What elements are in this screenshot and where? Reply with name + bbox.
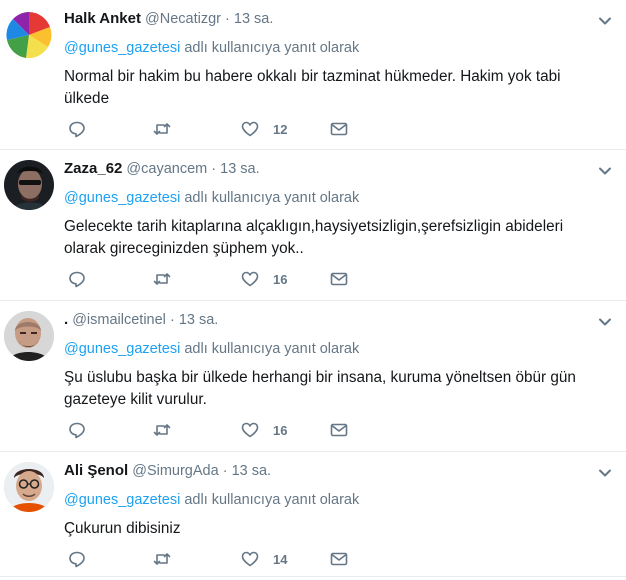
like-count: 12 bbox=[273, 121, 288, 137]
separator-dot: · bbox=[222, 463, 228, 479]
action-bar: 12 bbox=[64, 114, 614, 150]
envelope-icon bbox=[330, 423, 348, 437]
reply-context-text: adlı kullanıcıya yanıt olarak bbox=[180, 190, 360, 206]
timestamp[interactable]: 13 sa. bbox=[220, 161, 260, 177]
reply-button[interactable] bbox=[68, 270, 86, 288]
reply-button[interactable] bbox=[68, 550, 86, 568]
reply-icon bbox=[69, 271, 85, 288]
separator-dot: · bbox=[169, 312, 175, 328]
like-count: 16 bbox=[273, 422, 288, 438]
timestamp[interactable]: 13 sa. bbox=[232, 463, 272, 479]
chevron-down-icon[interactable] bbox=[598, 315, 612, 329]
mention-link[interactable]: @gunes_gazetesi bbox=[64, 341, 180, 357]
reply-context-text: adlı kullanıcıya yanıt olarak bbox=[180, 492, 360, 508]
like-button[interactable]: 16 bbox=[241, 270, 287, 288]
action-bar: 14 bbox=[64, 544, 614, 580]
retweet-icon bbox=[153, 273, 171, 285]
heart-icon bbox=[241, 271, 259, 287]
reply-context: @gunes_gazetesi adlı kullanıcıya yanıt o… bbox=[64, 491, 614, 509]
avatar[interactable] bbox=[4, 10, 54, 60]
like-button[interactable]: 12 bbox=[241, 120, 287, 138]
envelope-icon bbox=[330, 122, 348, 136]
fullname[interactable]: . bbox=[64, 311, 68, 328]
tweet[interactable]: Halk Anket @Necatizgr · 13 sa. @gunes_ga… bbox=[0, 0, 626, 150]
man-with-sunglasses-icon bbox=[4, 160, 54, 210]
timestamp[interactable]: 13 sa. bbox=[234, 11, 274, 27]
like-button[interactable]: 14 bbox=[241, 550, 287, 568]
envelope-icon bbox=[330, 272, 348, 286]
retweet-button[interactable] bbox=[153, 270, 171, 288]
action-bar: 16 bbox=[64, 264, 614, 300]
direct-message-button[interactable] bbox=[330, 270, 348, 288]
tweet-header: Halk Anket @Necatizgr · 13 sa. bbox=[64, 10, 614, 30]
direct-message-button[interactable] bbox=[330, 421, 348, 439]
chevron-down-icon[interactable] bbox=[598, 164, 612, 178]
username[interactable]: @Necatizgr bbox=[145, 11, 221, 27]
retweet-button[interactable] bbox=[153, 550, 171, 568]
direct-message-button[interactable] bbox=[330, 550, 348, 568]
fullname[interactable]: Ali Şenol bbox=[64, 462, 128, 479]
reply-icon bbox=[69, 422, 85, 439]
retweet-icon bbox=[153, 553, 171, 565]
chevron-down-icon[interactable] bbox=[598, 466, 612, 480]
separator-dot: · bbox=[225, 11, 230, 27]
reply-button[interactable] bbox=[68, 120, 86, 138]
reply-button[interactable] bbox=[68, 421, 86, 439]
retweet-button[interactable] bbox=[153, 120, 171, 138]
avatar[interactable] bbox=[4, 462, 54, 512]
tweet-text: Çukurun dibisiniz bbox=[64, 520, 181, 537]
direct-message-button[interactable] bbox=[330, 120, 348, 138]
username[interactable]: @ismailcetinel bbox=[72, 312, 166, 328]
like-count: 16 bbox=[273, 271, 288, 287]
retweet-icon bbox=[153, 424, 171, 436]
tweet[interactable]: Ali Şenol @SimurgAda · 13 sa. @gunes_gaz… bbox=[0, 452, 626, 577]
like-count: 14 bbox=[273, 551, 288, 567]
reply-context: @gunes_gazetesi adlı kullanıcıya yanıt o… bbox=[64, 340, 614, 358]
heart-icon bbox=[241, 121, 259, 137]
reply-context-text: adlı kullanıcıya yanıt olarak bbox=[180, 341, 360, 357]
mention-link[interactable]: @gunes_gazetesi bbox=[64, 40, 180, 56]
action-bar: 16 bbox=[64, 415, 614, 451]
chevron-down-icon[interactable] bbox=[598, 14, 612, 28]
mention-link[interactable]: @gunes_gazetesi bbox=[64, 190, 180, 206]
timestamp[interactable]: 13 sa. bbox=[179, 312, 219, 328]
fullname[interactable]: Zaza_62 bbox=[64, 160, 122, 177]
tweet-header: Zaza_62 @cayancem · 13 sa. bbox=[64, 160, 614, 180]
reply-icon bbox=[69, 551, 85, 568]
username[interactable]: @SimurgAda bbox=[132, 463, 218, 479]
retweet-icon bbox=[153, 123, 171, 135]
avatar[interactable] bbox=[4, 311, 54, 361]
tweet[interactable]: Zaza_62 @cayancem · 13 sa. @gunes_gazete… bbox=[0, 150, 626, 301]
envelope-icon bbox=[330, 552, 348, 566]
tweet-text: Gelecekte tarih kitaplarına alçaklıgın,h… bbox=[64, 218, 564, 257]
tweet-text: Şu üslubu başka bir ülkede herhangi bir … bbox=[64, 369, 576, 408]
avatar[interactable] bbox=[4, 160, 54, 210]
separator-dot: · bbox=[211, 161, 217, 177]
tweet[interactable]: . @ismailcetinel · 13 sa. @gunes_gazetes… bbox=[0, 301, 626, 452]
reply-context-text: adlı kullanıcıya yanıt olarak bbox=[180, 40, 360, 56]
reply-icon bbox=[69, 121, 85, 138]
fullname[interactable]: Halk Anket bbox=[64, 10, 141, 27]
colorful-pie-logo-icon bbox=[4, 10, 54, 60]
tweet-text: Normal bir hakim bu habere okkalı bir ta… bbox=[64, 68, 561, 107]
username[interactable]: @cayancem bbox=[126, 161, 207, 177]
tweet-header: Ali Şenol @SimurgAda · 13 sa. bbox=[64, 462, 614, 482]
man-with-glasses-icon bbox=[4, 462, 54, 512]
bald-man-portrait-icon bbox=[4, 311, 54, 361]
reply-context: @gunes_gazetesi adlı kullanıcıya yanıt o… bbox=[64, 39, 614, 57]
tweet-header: . @ismailcetinel · 13 sa. bbox=[64, 311, 614, 331]
like-button[interactable]: 16 bbox=[241, 421, 287, 439]
reply-context: @gunes_gazetesi adlı kullanıcıya yanıt o… bbox=[64, 189, 614, 207]
heart-icon bbox=[241, 422, 259, 438]
heart-icon bbox=[241, 551, 259, 567]
mention-link[interactable]: @gunes_gazetesi bbox=[64, 492, 180, 508]
retweet-button[interactable] bbox=[153, 421, 171, 439]
